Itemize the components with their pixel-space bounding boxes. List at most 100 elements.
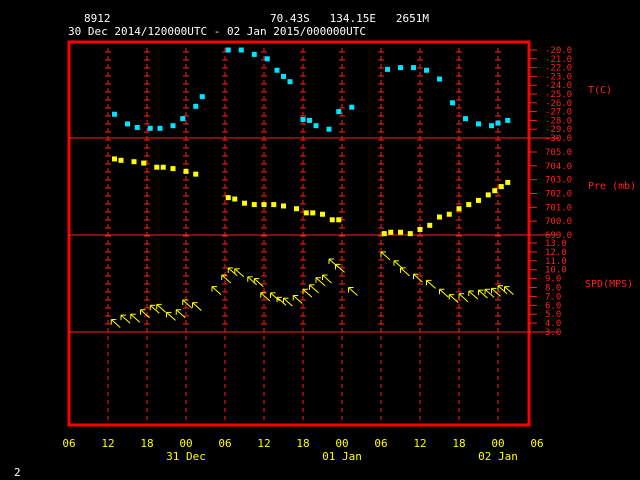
wind-arrow-shaft — [315, 277, 326, 287]
panel-labels: T(C) Pre (mb) SPD(MPS) — [585, 85, 636, 290]
wind-arrow-shaft — [283, 297, 293, 307]
temperature-point — [281, 73, 286, 79]
wind-arrow-shaft — [166, 312, 176, 321]
wind-arrow-shaft — [247, 276, 258, 286]
x-tick-label: 00 — [335, 437, 348, 450]
wind-point — [458, 293, 469, 303]
plot-frame — [67, 40, 531, 427]
temperature-point — [411, 65, 416, 71]
temperature-point — [112, 111, 117, 117]
pressure-point — [170, 166, 176, 172]
wind-point — [120, 314, 131, 324]
pressure-point — [320, 211, 325, 217]
pressure-point — [251, 202, 257, 208]
wind-arrow-shaft — [458, 293, 469, 303]
wind-point — [309, 284, 319, 294]
wind-arrow-shaft — [130, 313, 141, 323]
pressure-point — [485, 192, 491, 198]
temperature-point — [193, 103, 199, 109]
pressure-point — [271, 202, 277, 208]
temperature-point — [147, 125, 153, 131]
wind-arrow-shaft — [192, 302, 202, 312]
wind-arrow-shaft — [234, 268, 245, 278]
wind-point — [322, 274, 332, 284]
pressure-point — [193, 171, 199, 177]
y-axes: -20.0-21.0-22.0-23.0-24.0-25.0-26.0-27.0… — [529, 46, 572, 338]
wind-point — [348, 287, 358, 296]
wind-point — [140, 309, 150, 319]
page-number: 2 — [14, 466, 21, 479]
panel-label-pressure: Pre (mb) — [588, 181, 636, 192]
temperature-point — [287, 79, 293, 85]
pressure-point — [242, 200, 247, 206]
wind-point — [504, 286, 514, 295]
wind-arrow-shaft — [426, 280, 436, 289]
pressure-point — [388, 229, 394, 235]
x-tick-label: 06 — [374, 437, 387, 450]
wind-point — [302, 288, 313, 298]
temperature-point — [238, 47, 244, 53]
pressure-point — [112, 156, 117, 162]
x-tick-label: 06 — [530, 437, 543, 450]
temperature-point — [180, 116, 186, 122]
wind-arrow-shaft — [348, 287, 358, 296]
pressure-point — [141, 160, 147, 166]
wind-point — [484, 288, 495, 298]
wind-arrow-shaft — [380, 251, 391, 261]
wind-arrow-shaft — [182, 299, 193, 309]
temperature-point — [199, 94, 205, 100]
pressure-point — [407, 231, 413, 237]
wind-arrow-shaft — [140, 309, 150, 319]
temperature-point — [326, 126, 332, 132]
pressure-point — [294, 206, 299, 212]
temperature-point — [476, 121, 481, 127]
x-date-label: 31 Dec — [166, 450, 206, 463]
temperature-point — [225, 47, 231, 53]
y-tick-label: 705.0 — [545, 148, 572, 158]
wind-point — [192, 302, 202, 312]
pressure-point — [131, 159, 137, 165]
wind-point — [478, 289, 488, 299]
wind-arrow-shaft — [120, 314, 131, 324]
temperature-point — [125, 121, 130, 127]
pressure-series — [112, 156, 511, 237]
pressure-point — [303, 210, 309, 216]
wind-point — [149, 304, 160, 314]
wind-point — [234, 268, 245, 278]
y-tick-label: 700.0 — [545, 217, 572, 227]
time-range: 30 Dec 2014/120000UTC - 02 Jan 2015/0000… — [68, 25, 366, 38]
wind-arrow-shaft — [175, 309, 186, 319]
pressure-point — [381, 231, 387, 237]
pressure-point — [466, 202, 472, 208]
wind-arrow-shaft — [484, 288, 495, 298]
panel-label-wind-speed: SPD(MPS) — [585, 279, 633, 290]
pressure-point — [336, 217, 342, 223]
wind-arrow-shaft — [439, 288, 449, 298]
pressure-point — [118, 157, 124, 163]
temperature-point — [463, 116, 468, 122]
pressure-point — [183, 168, 189, 174]
temperature-point — [264, 56, 270, 62]
temperature-point — [307, 117, 312, 123]
station-location: 70.43S 134.15E 2651M — [270, 12, 429, 25]
wind-point — [166, 311, 176, 321]
temperature-point — [495, 120, 501, 126]
wind-arrow-shaft — [253, 278, 264, 287]
station-id: 8912 — [84, 12, 111, 25]
wind-point — [130, 313, 141, 323]
wind-arrow-shaft — [309, 284, 319, 294]
temperature-point — [450, 100, 455, 106]
temperature-point — [505, 117, 511, 123]
temperature-point — [313, 123, 319, 129]
wind-arrow-shaft — [468, 290, 479, 300]
pressure-point — [160, 164, 166, 170]
panel-separators — [69, 137, 559, 333]
temperature-point — [157, 125, 163, 131]
wind-arrow-shaft — [156, 304, 167, 313]
x-date-label: 01 Jan — [322, 450, 362, 463]
temperature-point — [398, 65, 403, 71]
wind-arrow-shaft — [149, 304, 160, 314]
x-tick-label: 12 — [413, 437, 426, 450]
pressure-point — [281, 203, 286, 209]
wind-arrow-shaft — [504, 286, 514, 295]
